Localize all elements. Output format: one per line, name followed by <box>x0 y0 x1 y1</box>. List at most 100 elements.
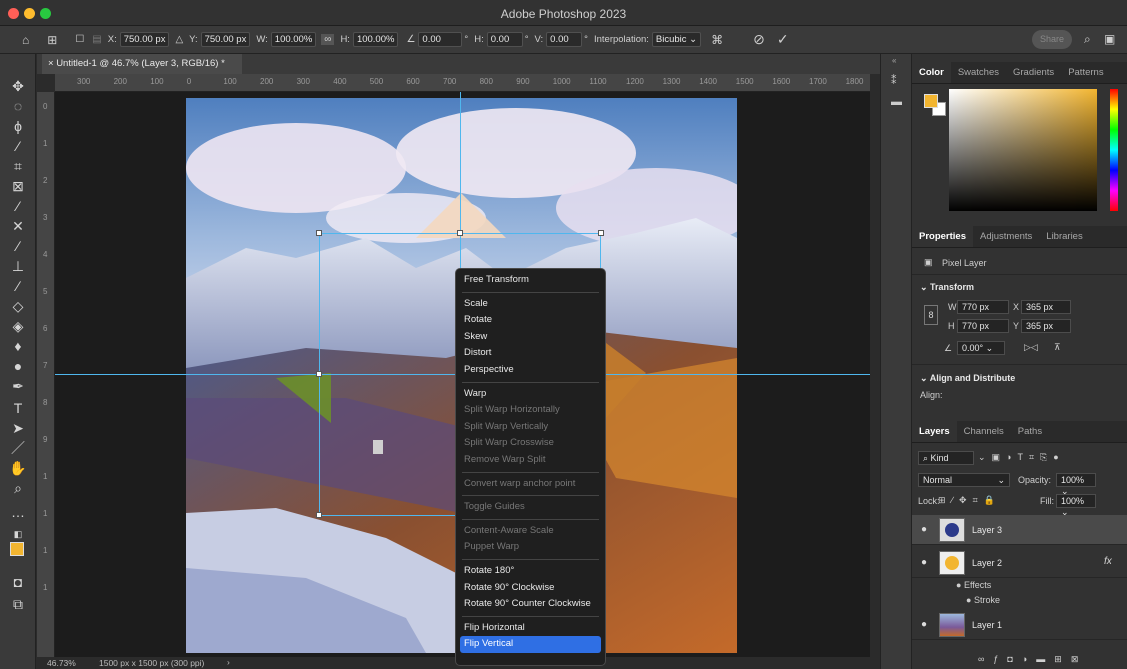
checkbox-icon[interactable]: ☐ <box>75 34 84 45</box>
history-brush-tool-icon[interactable]: ∕ <box>8 276 28 296</box>
zoom-level[interactable]: 46.73% <box>47 658 76 668</box>
angle-field[interactable]: 0.00° ⌄ <box>957 341 1005 355</box>
transform-handle-left[interactable] <box>316 371 322 377</box>
hskew-input[interactable]: 0.00 <box>486 32 523 47</box>
home-icon[interactable]: ⌂ <box>22 33 29 47</box>
interpolation-select[interactable]: Bicubic ⌄ <box>651 32 702 47</box>
transform-handle-top-left[interactable] <box>316 230 322 236</box>
w-input[interactable]: 100.00% <box>270 32 317 47</box>
h-input[interactable]: 100.00% <box>352 32 399 47</box>
screen-mode-icon[interactable]: ⧉ <box>8 594 28 614</box>
color-picker-field[interactable] <box>949 89 1097 211</box>
effects-row[interactable]: ● Effects <box>956 580 991 590</box>
layer-row[interactable]: ● Layer 2 fx <box>912 548 1127 578</box>
link-proportions-icon[interactable]: 8 <box>924 305 938 325</box>
tab-libraries[interactable]: Libraries <box>1039 226 1089 247</box>
flip-horizontal-icon[interactable]: ▷◁ <box>1024 342 1038 353</box>
link-icon[interactable]: ∞ <box>321 34 335 45</box>
align-distribute-section[interactable]: ⌄ Align and Distribute <box>920 373 1015 384</box>
tab-adjustments[interactable]: Adjustments <box>973 226 1039 247</box>
commit-transform-icon[interactable]: ✓ <box>777 31 789 48</box>
line-tool-icon[interactable]: ／ <box>8 438 28 458</box>
tab-paths[interactable]: Paths <box>1011 421 1049 442</box>
height-field[interactable]: 770 px <box>957 319 1009 333</box>
healing-tool-icon[interactable]: ✕ <box>8 216 28 236</box>
delta-icon[interactable]: △ <box>175 34 183 45</box>
layer-filter-select[interactable]: ⌕ Kind <box>918 451 974 465</box>
hand-tool-icon[interactable]: ✋ <box>8 458 28 478</box>
zoom-tool-icon[interactable]: ⌕ <box>8 478 28 498</box>
tab-swatches[interactable]: Swatches <box>951 62 1006 83</box>
layer-name[interactable]: Layer 1 <box>972 620 1002 630</box>
vskew-input[interactable]: 0.00 <box>546 32 583 47</box>
document-info[interactable]: 1500 px x 1500 px (300 ppi) <box>99 658 204 668</box>
frame-tool-icon[interactable]: ⊠ <box>8 176 28 196</box>
fill-field[interactable]: 100% ⌄ <box>1056 494 1096 517</box>
default-colors-icon[interactable]: ◧ <box>8 524 28 544</box>
lasso-tool-icon[interactable]: ϕ <box>8 116 28 136</box>
x-position-field[interactable]: 365 px <box>1021 300 1071 314</box>
foreground-color-swatch[interactable] <box>10 542 24 556</box>
status-chevron-icon[interactable]: › <box>227 657 230 667</box>
eraser-tool-icon[interactable]: ◇ <box>8 296 28 316</box>
layers-footer-icons[interactable]: ∞ƒ◘◑▬⊞⊠ <box>978 654 1087 665</box>
menu-item-scale[interactable]: Scale <box>460 296 601 313</box>
type-tool-icon[interactable]: T <box>8 398 28 418</box>
transform-handle-bottom-left[interactable] <box>316 512 322 518</box>
stamp-tool-icon[interactable]: ⊥ <box>8 256 28 276</box>
tab-patterns[interactable]: Patterns <box>1061 62 1110 83</box>
share-button[interactable]: Share <box>1032 30 1072 49</box>
path-selection-tool-icon[interactable]: ➤ <box>8 418 28 438</box>
canvas-scrollbar[interactable] <box>373 440 383 454</box>
stroke-effect-row[interactable]: ● Stroke <box>966 595 1000 605</box>
flip-vertical-icon[interactable]: ⊼ <box>1054 342 1061 353</box>
dodge-tool-icon[interactable]: ● <box>8 356 28 376</box>
transform-section[interactable]: ⌄ Transform <box>920 282 974 293</box>
blend-mode-select[interactable]: Normal ⌄ <box>918 473 1010 487</box>
marquee-tool-icon[interactable]: ◌ <box>8 96 28 116</box>
menu-item-rotate-90-counter-clockwise[interactable]: Rotate 90° Counter Clockwise <box>460 596 601 613</box>
tab-gradients[interactable]: Gradients <box>1006 62 1061 83</box>
tab-color[interactable]: Color <box>912 62 951 83</box>
comments-icon[interactable]: ▬ <box>891 96 902 108</box>
y-position-field[interactable]: 365 px <box>1021 319 1071 333</box>
layer-row[interactable]: ● Layer 1 <box>912 610 1127 640</box>
warp-mode-icon[interactable]: ⌘ <box>711 33 723 47</box>
more-tools-icon[interactable]: … <box>8 502 28 522</box>
color-panel-foreground[interactable] <box>924 94 938 108</box>
layer-row[interactable]: ● Layer 3 <box>912 515 1127 545</box>
menu-item-flip-vertical[interactable]: Flip Vertical <box>460 636 601 653</box>
transform-handle-top-right[interactable] <box>598 230 604 236</box>
layer-fx-icon[interactable]: fx <box>1104 556 1112 567</box>
collapse-panels-icon[interactable]: « <box>892 56 896 65</box>
x-input[interactable]: 750.00 px <box>119 32 170 47</box>
menu-item-distort[interactable]: Distort <box>460 345 601 362</box>
menu-item-rotate-90-clockwise[interactable]: Rotate 90° Clockwise <box>460 580 601 597</box>
menu-item-warp[interactable]: Warp <box>460 386 601 403</box>
eyedropper-tool-icon[interactable]: ⁄ <box>8 196 28 216</box>
visibility-eye-icon[interactable]: ● <box>921 619 927 630</box>
menu-item-free-transform[interactable]: Free Transform <box>460 272 601 289</box>
menu-item-rotate-180[interactable]: Rotate 180° <box>460 563 601 580</box>
horizontal-ruler[interactable]: 300 200 100 0 100 200 300 400 500 600 700 800 900 100… <box>55 74 870 92</box>
history-icon[interactable]: ⁑ <box>891 74 897 87</box>
menu-item-flip-horizontal[interactable]: Flip Horizontal <box>460 620 601 637</box>
width-field[interactable]: 770 px <box>957 300 1009 314</box>
menu-item-perspective[interactable]: Perspective <box>460 362 601 379</box>
paint-bucket-tool-icon[interactable]: ◈ <box>8 316 28 336</box>
pen-tool-icon[interactable]: ✒ <box>8 376 28 396</box>
vertical-ruler[interactable]: 0 1 2 3 4 5 6 7 8 9 1 1 1 1 <box>37 92 55 657</box>
tab-layers[interactable]: Layers <box>912 421 957 442</box>
brush-tool-icon[interactable]: ∕ <box>8 236 28 256</box>
transform-handle-top[interactable] <box>457 230 463 236</box>
angle-input[interactable]: 0.00 <box>418 32 463 47</box>
layer-filter-icons[interactable]: ⌄▣◑T⌗⎘● <box>978 452 1065 463</box>
move-tool-icon[interactable]: ✥ <box>8 76 28 96</box>
tab-properties[interactable]: Properties <box>912 226 973 247</box>
tab-channels[interactable]: Channels <box>957 421 1011 442</box>
opacity-field[interactable]: 100% ⌄ <box>1056 473 1096 496</box>
crop-tool-icon[interactable]: ⌗ <box>8 156 28 176</box>
visibility-eye-icon[interactable]: ● <box>921 524 927 535</box>
blur-tool-icon[interactable]: ♦ <box>8 336 28 356</box>
reference-point-icon[interactable]: ⊞ <box>47 33 57 47</box>
